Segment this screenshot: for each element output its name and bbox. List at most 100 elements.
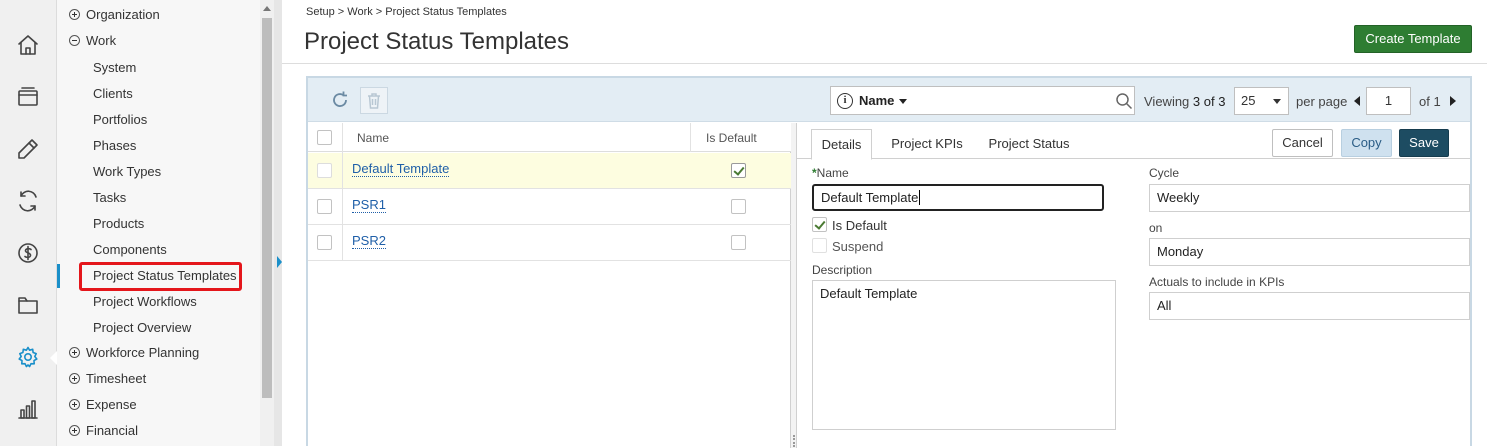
chevron-down-icon[interactable] <box>899 99 907 104</box>
nav-scrollbar[interactable] <box>260 0 274 446</box>
nav-item-workforce-planning[interactable]: Workforce Planning <box>57 340 260 366</box>
nav-item-products[interactable]: Products <box>57 211 260 237</box>
nav-item-work-types[interactable]: Work Types <box>57 159 260 185</box>
collapse-icon[interactable] <box>69 35 80 46</box>
template-link[interactable]: Default Template <box>352 162 450 177</box>
folder-icon[interactable] <box>16 293 40 317</box>
template-detail: Details Project KPIs Project Status Canc… <box>797 123 1470 448</box>
table-row[interactable]: PSR1 <box>308 189 791 225</box>
setup-nav-tree: Organization Work System Clients Portfol… <box>57 0 260 446</box>
templates-panel: i Name Viewing 3 of 3 25 per page 1 of 1… <box>306 76 1472 448</box>
nav-item-label: Organization <box>86 7 160 22</box>
nav-item-work[interactable]: Work <box>57 28 260 54</box>
description-field[interactable]: Default Template <box>812 280 1116 430</box>
nav-item-system[interactable]: System <box>57 55 260 81</box>
chevron-down-icon <box>1273 99 1281 104</box>
nav-item-expense[interactable]: Expense <box>57 392 260 418</box>
viewing-range: 3 of 3 <box>1192 94 1226 109</box>
selected-item-highlight <box>79 262 242 291</box>
tab-project-status[interactable]: Project Status <box>981 129 1077 160</box>
home-icon[interactable] <box>16 33 40 57</box>
expand-icon[interactable] <box>69 373 80 384</box>
is-default-checkbox <box>731 235 746 250</box>
suspend-checkbox[interactable] <box>812 238 827 253</box>
day-select[interactable]: Monday <box>1149 238 1470 266</box>
nav-item-phases[interactable]: Phases <box>57 133 260 159</box>
tab-details[interactable]: Details <box>811 129 872 160</box>
row-checkbox[interactable] <box>317 163 332 178</box>
sync-icon[interactable] <box>16 189 40 213</box>
nav-item-label: Financial <box>86 423 139 438</box>
expand-icon[interactable] <box>69 425 80 436</box>
save-button[interactable]: Save <box>1399 129 1449 157</box>
settings-icon[interactable] <box>16 345 40 369</box>
expand-icon[interactable] <box>69 347 80 358</box>
nav-splitter[interactable] <box>274 0 282 446</box>
row-checkbox[interactable] <box>317 235 332 250</box>
viewing-count: Viewing 3 of 3 <box>1144 94 1225 109</box>
select-all-checkbox[interactable] <box>317 130 332 145</box>
scrollbar-thumb[interactable] <box>262 18 272 398</box>
breadcrumb: Setup > Work > Project Status Templates <box>306 6 507 18</box>
page-number-input[interactable]: 1 <box>1366 87 1411 115</box>
template-link[interactable]: PSR1 <box>352 198 386 213</box>
template-link[interactable]: PSR2 <box>352 234 386 249</box>
name-field[interactable]: Default Template <box>812 184 1104 211</box>
grid-toolbar: i Name Viewing 3 of 3 25 per page 1 of 1 <box>308 78 1470 122</box>
refresh-icon[interactable] <box>330 90 350 110</box>
nav-item-timesheet[interactable]: Timesheet <box>57 366 260 392</box>
table-row[interactable]: PSR2 <box>308 225 791 261</box>
app-icon-bar <box>0 0 58 446</box>
nav-item-components[interactable]: Components <box>57 237 260 263</box>
nav-item-project-overview[interactable]: Project Overview <box>57 315 260 341</box>
tab-project-kpis[interactable]: Project KPIs <box>885 129 969 160</box>
grip-icon <box>793 435 795 447</box>
create-template-button[interactable]: Create Template <box>1354 25 1472 53</box>
prev-page-icon[interactable] <box>1354 96 1360 106</box>
nav-item-clients[interactable]: Clients <box>57 81 260 107</box>
nav-item-organization[interactable]: Organization <box>57 2 260 28</box>
column-header-name[interactable]: Name <box>357 131 389 145</box>
nav-item-financial[interactable]: Financial <box>57 418 260 444</box>
column-divider <box>342 123 343 261</box>
scroll-up-icon[interactable] <box>263 6 271 11</box>
column-header-is-default[interactable]: Is Default <box>706 131 757 145</box>
pencil-icon[interactable] <box>16 137 40 161</box>
viewing-label: Viewing <box>1144 94 1190 109</box>
copy-button[interactable]: Copy <box>1341 129 1392 157</box>
is-default-checkbox <box>731 163 746 178</box>
table-row[interactable]: Default Template <box>308 153 791 189</box>
search-icon[interactable] <box>1115 92 1133 110</box>
search-field-selector[interactable]: Name <box>859 93 894 108</box>
nav-item-tasks[interactable]: Tasks <box>57 185 260 211</box>
nav-item-project-workflows[interactable]: Project Workflows <box>57 289 260 315</box>
suspend-label: Suspend <box>832 239 884 254</box>
is-default-checkbox <box>731 199 746 214</box>
expand-icon[interactable] <box>69 9 80 20</box>
actuals-select[interactable]: All <box>1149 292 1470 320</box>
delete-button[interactable] <box>360 87 388 114</box>
description-label: Description <box>812 263 873 277</box>
is-default-label: Is Default <box>832 218 887 233</box>
nav-item-portfolios[interactable]: Portfolios <box>57 107 260 133</box>
page-size-select[interactable]: 25 <box>1234 87 1289 115</box>
expand-icon[interactable] <box>69 399 80 410</box>
projects-icon[interactable] <box>16 85 40 109</box>
per-page-label: per page <box>1296 94 1348 109</box>
info-icon: i <box>837 93 853 109</box>
templates-grid: Name Is Default Default Template PSR1 PS… <box>308 123 791 448</box>
nav-item-label: Timesheet <box>86 371 147 386</box>
search-input[interactable]: i Name <box>830 86 1135 115</box>
reports-icon[interactable] <box>16 397 40 421</box>
page-title: Project Status Templates <box>304 28 570 55</box>
row-checkbox[interactable] <box>317 199 332 214</box>
grid-header: Name Is Default <box>308 123 791 152</box>
billing-icon[interactable] <box>16 241 40 265</box>
column-divider <box>690 123 691 152</box>
on-label: on <box>1149 221 1163 235</box>
cancel-button[interactable]: Cancel <box>1272 129 1333 157</box>
cycle-select[interactable]: Weekly <box>1149 184 1470 212</box>
nav-item-label: Expense <box>86 397 137 412</box>
is-default-checkbox[interactable] <box>812 217 827 232</box>
next-page-icon[interactable] <box>1450 96 1456 106</box>
